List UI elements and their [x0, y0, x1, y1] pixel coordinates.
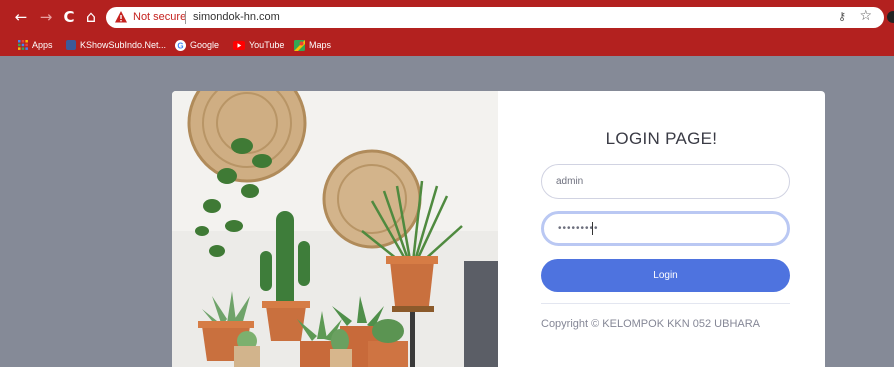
star-icon[interactable]: ☆: [859, 8, 872, 24]
bookmark-label: Apps: [32, 40, 53, 50]
key-icon[interactable]: ⚷: [838, 10, 846, 23]
plants-photo: [172, 91, 498, 367]
site-favicon-icon: [66, 40, 76, 50]
bookmark-apps[interactable]: Apps: [18, 37, 53, 53]
page-title: LOGIN PAGE!: [605, 129, 718, 148]
bookmark-youtube[interactable]: YouTube: [233, 37, 284, 53]
google-icon: G: [175, 39, 186, 51]
username-input[interactable]: [541, 164, 790, 199]
bookmark-label: KShowSubIndo.Net...: [80, 40, 167, 50]
forward-button[interactable]: →: [37, 8, 55, 26]
divider: [541, 303, 790, 304]
bookmark-label: Google: [190, 40, 220, 50]
maps-icon: [294, 39, 305, 51]
url-separator: [185, 11, 186, 24]
text-caret: [592, 222, 593, 235]
profile-avatar[interactable]: [887, 11, 894, 23]
address-bar[interactable]: Not secure simondok-hn.com ⚷ ☆: [106, 7, 884, 28]
bookmark-google[interactable]: G Google: [175, 37, 219, 53]
reload-button[interactable]: C: [60, 8, 78, 26]
copyright-text: Copyright © KELOMPOK KKN 052 UBHARA: [541, 318, 761, 330]
home-button[interactable]: ⌂: [82, 8, 100, 26]
bookmark-maps[interactable]: Maps: [294, 37, 331, 53]
bookmark-label: Maps: [309, 40, 332, 50]
login-form: LOGIN PAGE! Login Copyright © KELOMPOK K…: [498, 91, 825, 367]
not-secure-label[interactable]: Not secure: [133, 10, 186, 25]
url-text[interactable]: simondok-hn.com: [193, 10, 280, 25]
bookmarks-bar: Apps KShowSubIndo.Net... G Google YouTub…: [0, 34, 894, 56]
warning-triangle-icon[interactable]: [114, 10, 128, 24]
svg-text:G: G: [177, 41, 183, 50]
youtube-icon: [233, 40, 245, 50]
browser-toolbar: ← → C ⌂ Not secure simondok-hn.com ⚷ ☆: [0, 0, 894, 34]
bookmark-kshowsubindo[interactable]: KShowSubIndo.Net...: [66, 37, 166, 53]
login-button[interactable]: Login: [541, 259, 790, 292]
bookmark-label: YouTube: [249, 40, 285, 50]
login-card: LOGIN PAGE! Login Copyright © KELOMPOK K…: [172, 91, 825, 367]
password-input[interactable]: [541, 211, 790, 246]
back-button[interactable]: ←: [12, 8, 30, 26]
apps-grid-icon: [18, 40, 28, 50]
